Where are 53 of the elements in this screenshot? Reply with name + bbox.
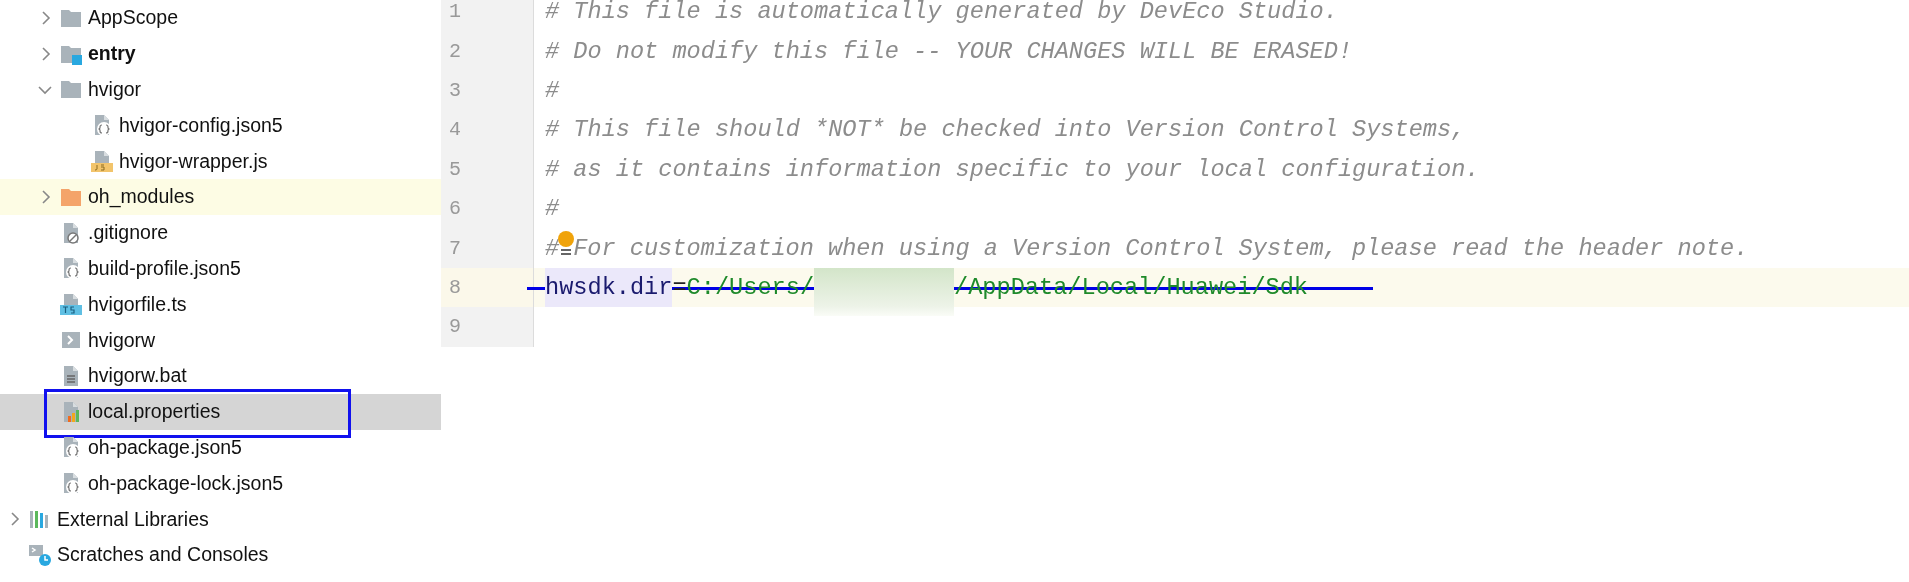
- file-name: hvigor-wrapper.js: [119, 149, 268, 173]
- file-name: oh_modules: [88, 185, 195, 209]
- code-comment: # Do not modify this file -- YOUR CHANGES WILL BE ERASED!: [545, 37, 1353, 65]
- file-name: .gitignore: [88, 221, 169, 245]
- file-name: hvigor-config.json5: [119, 113, 283, 137]
- line-number: 5: [448, 157, 461, 181]
- file-name: hvigorw: [88, 328, 156, 352]
- line-number: 9: [448, 315, 461, 339]
- tree-row[interactable]: hvigorfile.ts: [0, 286, 441, 323]
- code-comment: For customization when using a Version Control System, please read the header note.: [573, 234, 1749, 262]
- line-number: 3: [448, 78, 461, 102]
- tree-row[interactable]: hvigorw.bat: [0, 357, 441, 394]
- tree-row[interactable]: hvigor: [0, 71, 441, 108]
- file-name: oh-package.json5: [88, 435, 242, 459]
- typescript-file-icon: [59, 292, 83, 317]
- code-comment: # as it contains information specific to your local configuration.: [545, 155, 1480, 183]
- file-name: hvigorw.bat: [88, 364, 187, 388]
- file-name: Scratches and Consoles: [57, 543, 269, 567]
- code-comment: #: [545, 76, 560, 104]
- selected-tree-row[interactable]: local.properties: [0, 393, 441, 430]
- console-clock-icon: [28, 542, 52, 567]
- code-comment: #: [545, 195, 560, 223]
- code-comment: #: [545, 234, 560, 262]
- tree-row[interactable]: AppScope: [0, 0, 441, 36]
- property-key: hwsdk.dir: [545, 267, 673, 308]
- file-name: oh-package-lock.json5: [88, 471, 284, 495]
- file-name: local.properties: [88, 400, 221, 424]
- file-name: build-profile.json5: [88, 256, 241, 280]
- tree-row[interactable]: .gitignore: [0, 214, 441, 251]
- file-name: hvigor: [88, 78, 142, 101]
- line-number: 4: [448, 118, 461, 142]
- tree-row[interactable]: External Libraries: [0, 501, 441, 537]
- tree-row[interactable]: Scratches and Consoles: [0, 536, 441, 573]
- tree-row[interactable]: hvigor-config.json5: [0, 107, 441, 144]
- file-name: AppScope: [88, 6, 178, 30]
- file-name: hvigorfile.ts: [88, 292, 187, 316]
- file-name: External Libraries: [57, 507, 209, 531]
- hovered-tree-row[interactable]: oh_modules: [0, 179, 441, 215]
- file-name: entry: [88, 42, 136, 66]
- line-number: 2: [448, 39, 461, 63]
- code-comment: # This file should *NOT* be checked into Version Control Systems,: [545, 116, 1466, 144]
- tree-row[interactable]: hvigor-wrapper.js: [0, 143, 441, 179]
- code-comment: # This file is automatically generated by DevEco Studio.: [545, 0, 1338, 26]
- tree-row[interactable]: oh-package-lock.json5: [0, 465, 441, 502]
- tree-row[interactable]: hvigorw: [0, 322, 441, 358]
- tree-row[interactable]: entry: [0, 35, 441, 72]
- script-file-icon: [90, 149, 114, 174]
- tree-row[interactable]: build-profile.json5: [0, 250, 441, 287]
- line-number: 8: [448, 275, 461, 299]
- tree-row[interactable]: oh-package.json5: [0, 429, 441, 466]
- line-number: 7: [448, 236, 461, 260]
- line-number: 1: [448, 0, 461, 24]
- line-number: 6: [448, 197, 461, 221]
